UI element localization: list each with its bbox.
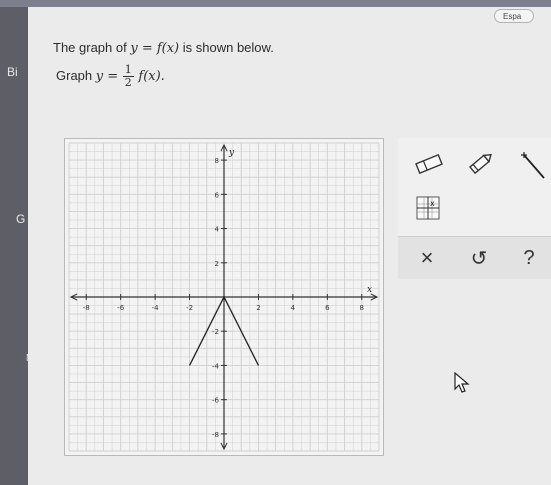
line-segment-icon — [521, 152, 545, 179]
eraser-tool[interactable] — [412, 150, 446, 178]
graph-canvas[interactable]: x y -8 -6 -4 -2 2 4 6 8 8 6 4 2 -2 -4 -6 -8 — [65, 139, 383, 455]
y-tick-label: -4 — [212, 362, 220, 370]
equation-lhs: y = — [95, 69, 119, 84]
left-panel-strip: Bi G N — [0, 7, 33, 485]
y-tick-label: 6 — [215, 191, 220, 199]
x-tick-label: 2 — [256, 304, 260, 312]
graph-area[interactable]: x y -8 -6 -4 -2 2 4 6 8 8 6 4 2 -2 -4 -6 -8 — [64, 138, 384, 456]
y-tick-label: -6 — [212, 397, 220, 405]
x-tick-label: -2 — [186, 304, 193, 312]
eraser-icon — [415, 154, 443, 174]
side-label-1: Bi — [7, 65, 18, 79]
line-tool[interactable] — [516, 148, 550, 182]
undo-button[interactable]: ↺ — [464, 243, 494, 273]
equation-rhs: f(x). — [138, 69, 165, 84]
fraction-denominator: 2 — [124, 76, 132, 90]
pencil-tool[interactable] — [464, 146, 498, 180]
side-label-2: G — [16, 212, 26, 226]
instruction-text: Graph — [56, 68, 93, 83]
clear-button[interactable]: × — [412, 243, 442, 273]
x-tick-label: 6 — [325, 304, 330, 312]
y-tick-label: 4 — [215, 226, 220, 234]
fraction: 1 2 — [122, 64, 134, 90]
language-button[interactable]: Espa — [494, 9, 534, 23]
x-tick-label: 4 — [291, 304, 296, 312]
question-text-suffix: is shown below. — [182, 40, 274, 55]
grid-point-icon: x — [416, 196, 440, 220]
tool-action-row: × ↺ ? — [398, 236, 551, 279]
y-tick-label: 8 — [215, 157, 219, 165]
x-tick-label: -6 — [117, 304, 125, 312]
y-tick-label: -2 — [212, 328, 219, 336]
question-text: The graph of — [53, 40, 127, 55]
question-line-2: Graph y = 1 2 f(x). — [56, 64, 165, 89]
question-math: y = f(x) — [130, 41, 180, 56]
y-tick-label: -8 — [212, 431, 219, 439]
x-tick-label: -4 — [152, 304, 160, 312]
x-axis-label: x — [367, 285, 372, 295]
x-tick-label: 8 — [360, 304, 364, 312]
help-button[interactable]: ? — [514, 243, 544, 273]
svg-text:x: x — [430, 199, 435, 208]
x-tick-label: -8 — [83, 304, 90, 312]
question-line-1: The graph of y = f(x) is shown below. — [53, 40, 274, 56]
y-tick-label: 2 — [215, 260, 219, 268]
point-grid-tool[interactable]: x — [416, 196, 440, 220]
y-axis-label: y — [228, 148, 235, 158]
top-bar — [0, 0, 551, 7]
pencil-icon — [469, 153, 492, 175]
mouse-cursor-icon — [454, 371, 470, 399]
